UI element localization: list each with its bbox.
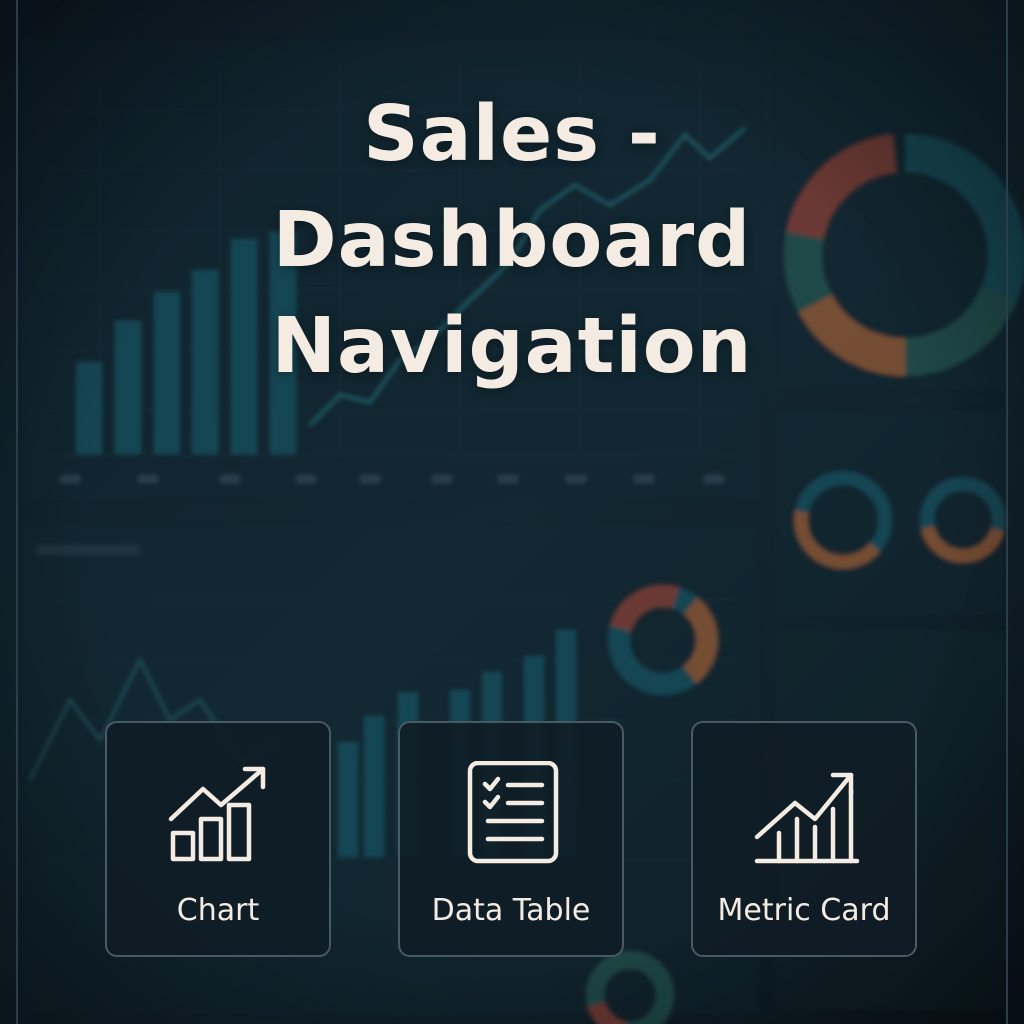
bar-trend-arrow-icon <box>754 772 860 864</box>
bar-chart-trend-icon <box>168 766 266 862</box>
frame-edge-right <box>1006 0 1008 1024</box>
chart-nav-label: Chart <box>176 893 260 928</box>
frame-edge-left <box>16 0 18 1024</box>
navigation-cards: Chart Data Table Metric Card <box>105 721 919 958</box>
page-title-line-1: Sales - <box>363 90 661 179</box>
checklist-document-icon <box>467 761 559 864</box>
page-title-line-2: Dashboard <box>272 196 752 285</box>
page-title: Sales - Dashboard Navigation <box>212 82 812 400</box>
data-table-nav-card[interactable]: Data Table <box>398 721 624 957</box>
metric-card-nav-label: Metric Card <box>717 893 891 928</box>
chart-nav-card[interactable]: Chart <box>105 721 331 957</box>
page-title-line-3: Navigation <box>271 302 753 391</box>
data-table-nav-label: Data Table <box>431 893 591 928</box>
metric-card-nav-card[interactable]: Metric Card <box>691 721 917 957</box>
